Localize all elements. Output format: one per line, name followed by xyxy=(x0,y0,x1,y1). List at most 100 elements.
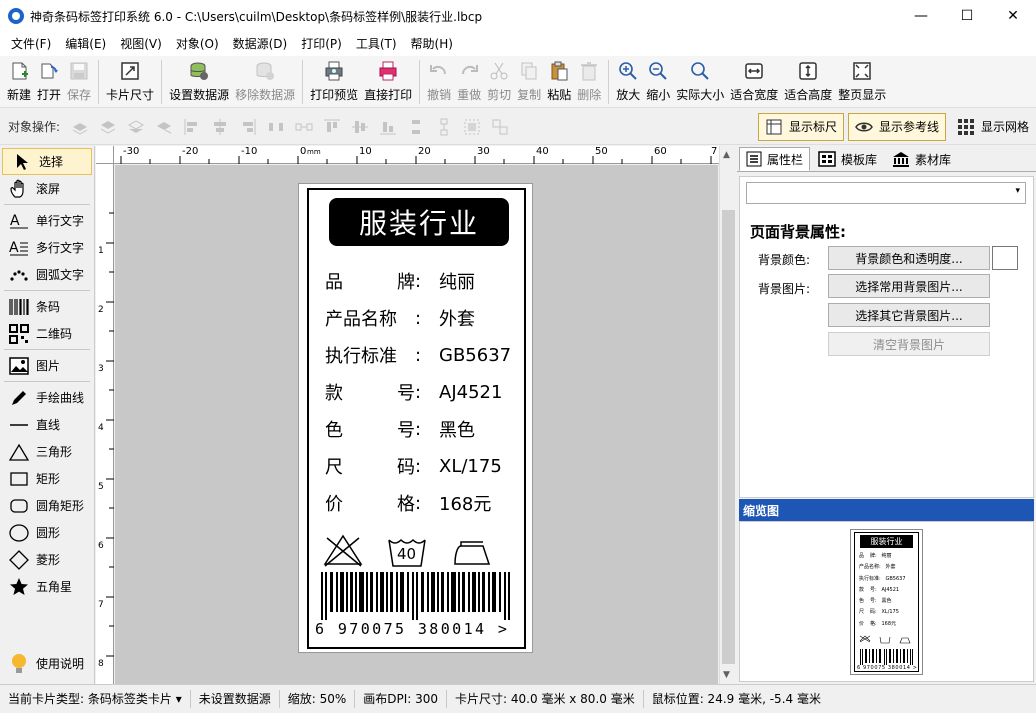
toolbar-separator xyxy=(302,60,304,104)
tool-scroll[interactable]: 滚屏 xyxy=(0,175,94,202)
clear-bg-image-button[interactable]: 清空背景图片 xyxy=(828,332,990,356)
label-title[interactable]: 服装行业 xyxy=(329,198,509,246)
scroll-down-arrow-icon[interactable]: ▼ xyxy=(723,670,730,680)
direct-print-button[interactable]: 直接打印 xyxy=(361,56,415,106)
same-width-icon[interactable] xyxy=(293,116,315,138)
tool-qrcode[interactable]: 二维码 xyxy=(0,320,94,347)
show-ruler-toggle[interactable]: 显示标尺 xyxy=(757,112,844,141)
tool-single-text[interactable]: A 单行文字 xyxy=(0,207,94,234)
copy-button[interactable]: 复制 xyxy=(514,56,544,106)
field-row-product-name[interactable]: 产品名称 : 外套 xyxy=(325,305,475,331)
layer-bottom-icon[interactable] xyxy=(153,116,175,138)
field-row-color-no[interactable]: 色号 : 黑色 xyxy=(325,416,475,442)
cut-button[interactable]: 剪切 xyxy=(484,56,514,106)
label-card[interactable]: 服装行业 品牌 : 纯丽 产品名称 : 外套 执行标准 : GB5637 款号 … xyxy=(298,183,533,653)
tool-circle[interactable]: 圆形 xyxy=(0,519,94,546)
open-button[interactable]: 打开 xyxy=(34,56,64,106)
set-datasource-button[interactable]: 设置数据源 xyxy=(166,56,232,106)
align-left-icon[interactable] xyxy=(181,116,203,138)
save-button[interactable]: 保存 xyxy=(64,56,94,106)
minimize-button[interactable]: — xyxy=(898,0,944,32)
distribute-v-icon[interactable] xyxy=(405,116,427,138)
paste-button[interactable]: 粘贴 xyxy=(544,56,574,106)
remove-datasource-button[interactable]: 移除数据源 xyxy=(232,56,298,106)
vertical-ruler[interactable]: 1 2 3 4 5 6 7 8 xyxy=(96,164,114,684)
field-row-style-no[interactable]: 款号 : AJ4521 xyxy=(325,379,502,405)
tool-diamond[interactable]: 菱形 xyxy=(0,546,94,573)
zoom-in-button[interactable]: 放大 xyxy=(613,56,643,106)
tool-multi-text[interactable]: A 多行文字 xyxy=(0,234,94,261)
canvas-vertical-scrollbar[interactable]: ▲ ▼ xyxy=(719,146,736,684)
menu-datasource[interactable]: 数据源(D) xyxy=(226,32,295,56)
layer-down-icon[interactable] xyxy=(125,116,147,138)
menu-print[interactable]: 打印(P) xyxy=(294,32,349,56)
tool-barcode[interactable]: 条码 xyxy=(0,293,94,320)
maximize-button[interactable]: ☐ xyxy=(944,0,990,32)
ungroup-icon[interactable] xyxy=(489,116,511,138)
tool-select[interactable]: 选择 xyxy=(2,148,92,175)
fit-page-button[interactable]: 整页显示 xyxy=(835,56,889,106)
barcode-bars[interactable] xyxy=(321,572,521,620)
tool-freehand[interactable]: 手绘曲线 xyxy=(0,384,94,411)
care-symbols[interactable]: 40 xyxy=(323,530,513,570)
thumbnail-view[interactable]: 服装行业 品牌: 纯丽 产品名称: 外套 执行标准: GB5637 款号: AJ… xyxy=(739,521,1034,682)
redo-button[interactable]: 重做 xyxy=(454,56,484,106)
tool-arc-text[interactable]: 圆弧文字 xyxy=(0,261,94,288)
align-middle-icon[interactable] xyxy=(349,116,371,138)
status-zoom: 缩放: 50% xyxy=(280,690,356,708)
menu-edit[interactable]: 编辑(E) xyxy=(58,32,113,56)
other-bg-image-button[interactable]: 选择其它背景图片... xyxy=(828,303,990,327)
align-center-icon[interactable] xyxy=(209,116,231,138)
scroll-up-arrow-icon[interactable]: ▲ xyxy=(723,150,730,160)
close-button[interactable]: ✕ xyxy=(990,0,1036,32)
tool-image[interactable]: 图片 xyxy=(0,352,94,379)
field-row-brand[interactable]: 品牌 : 纯丽 xyxy=(325,268,475,294)
tab-templates[interactable]: 模板库 xyxy=(811,147,884,171)
show-grid-toggle[interactable]: 显示网格 xyxy=(950,113,1036,141)
card-size-button[interactable]: 卡片尺寸 xyxy=(103,56,157,106)
menu-tools[interactable]: 工具(T) xyxy=(349,32,404,56)
menu-help[interactable]: 帮助(H) xyxy=(404,32,460,56)
align-top-icon[interactable] xyxy=(321,116,343,138)
tool-line[interactable]: 直线 xyxy=(0,411,94,438)
delete-button[interactable]: 删除 xyxy=(574,56,604,106)
undo-button[interactable]: 撤销 xyxy=(424,56,454,106)
common-bg-image-button[interactable]: 选择常用背景图片... xyxy=(828,274,990,298)
new-button[interactable]: 新建 xyxy=(4,56,34,106)
tool-triangle[interactable]: 三角形 xyxy=(0,438,94,465)
tool-star[interactable]: 五角星 xyxy=(0,573,94,600)
tab-properties[interactable]: 属性栏 xyxy=(739,147,811,171)
actual-size-button[interactable]: 实际大小 xyxy=(673,56,727,106)
group-icon[interactable] xyxy=(461,116,483,138)
layer-top-icon[interactable] xyxy=(97,116,119,138)
tab-materials[interactable]: 素材库 xyxy=(885,147,958,171)
menu-view[interactable]: 视图(V) xyxy=(113,32,169,56)
object-selector-dropdown[interactable]: ▾ xyxy=(746,182,1026,204)
tool-rect[interactable]: 矩形 xyxy=(0,465,94,492)
print-preview-button[interactable]: 打印预览 xyxy=(307,56,361,106)
status-card-type[interactable]: 当前卡片类型: 条码标签类卡片 ▾ xyxy=(0,690,191,708)
align-right-icon[interactable] xyxy=(237,116,259,138)
tool-round-rect[interactable]: 圆角矩形 xyxy=(0,492,94,519)
horizontal-ruler[interactable]: -30 -20 -10 0 mm 10 20 30 40 50 60 7 xyxy=(96,146,719,164)
show-guides-toggle[interactable]: 显示参考线 xyxy=(847,112,946,141)
same-height-icon[interactable] xyxy=(433,116,455,138)
menu-bar: 文件(F) 编辑(E) 视图(V) 对象(O) 数据源(D) 打印(P) 工具(… xyxy=(0,32,1036,56)
bg-color-button[interactable]: 背景颜色和透明度... xyxy=(828,246,990,270)
label-border[interactable]: 服装行业 品牌 : 纯丽 产品名称 : 外套 执行标准 : GB5637 款号 … xyxy=(307,188,526,649)
help-guide-button[interactable]: 使用说明 xyxy=(0,650,94,677)
layer-up-icon[interactable] xyxy=(69,116,91,138)
bg-color-swatch[interactable] xyxy=(992,246,1018,270)
scroll-thumb[interactable] xyxy=(722,210,735,664)
zoom-out-button[interactable]: 缩小 xyxy=(643,56,673,106)
distribute-h-icon[interactable] xyxy=(265,116,287,138)
field-row-price[interactable]: 价格 : 168元 xyxy=(325,490,491,516)
align-bottom-icon[interactable] xyxy=(377,116,399,138)
menu-file[interactable]: 文件(F) xyxy=(4,32,58,56)
design-canvas[interactable]: 服装行业 品牌 : 纯丽 产品名称 : 外套 执行标准 : GB5637 款号 … xyxy=(115,165,718,684)
field-row-standard[interactable]: 执行标准 : GB5637 xyxy=(325,342,511,368)
fit-height-button[interactable]: 适合高度 xyxy=(781,56,835,106)
menu-object[interactable]: 对象(O) xyxy=(169,32,226,56)
fit-width-button[interactable]: 适合宽度 xyxy=(727,56,781,106)
field-row-size[interactable]: 尺码 : XL/175 xyxy=(325,453,502,479)
